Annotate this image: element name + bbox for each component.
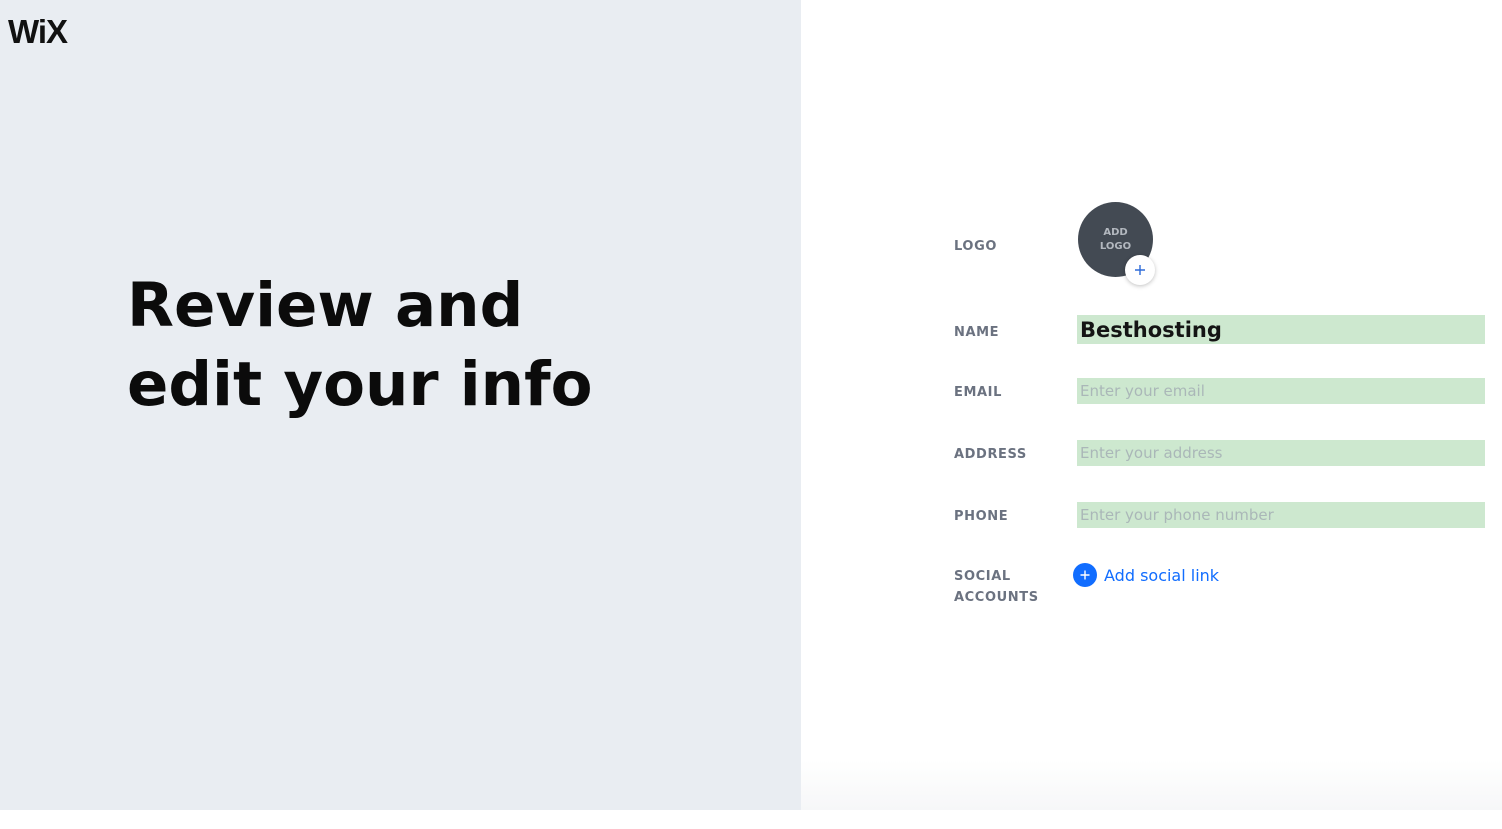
phone-field[interactable] — [1077, 502, 1485, 528]
page: WiX Review and edit your info LOGO ADD L… — [0, 0, 1502, 829]
email-field[interactable] — [1077, 378, 1485, 404]
logo-label: LOGO — [954, 239, 997, 254]
bottom-strip — [0, 810, 1502, 829]
name-field[interactable] — [1077, 315, 1485, 344]
email-label: EMAIL — [954, 385, 1002, 400]
social-accounts-label: SOCIAL ACCOUNTS — [954, 569, 1039, 605]
plus-circle-icon — [1073, 563, 1097, 587]
address-field[interactable] — [1077, 440, 1485, 466]
add-social-link-button[interactable]: Add social link — [1073, 563, 1219, 587]
page-title: Review and edit your info — [127, 266, 593, 424]
page-title-line-1: Review and — [127, 270, 524, 341]
page-title-line-2: edit your info — [127, 349, 593, 420]
plus-icon[interactable] — [1125, 255, 1155, 285]
wix-logo[interactable]: WiX — [8, 12, 68, 52]
add-social-link-label: Add social link — [1104, 565, 1220, 585]
plus-icon-glyph — [1135, 265, 1145, 275]
add-logo-text: ADD LOGO — [1099, 226, 1132, 252]
phone-label: PHONE — [954, 509, 1009, 524]
left-panel: WiX Review and edit your info — [0, 0, 801, 810]
plus-circle-icon-glyph — [1080, 570, 1090, 580]
right-panel — [801, 0, 1502, 810]
name-label: NAME — [954, 325, 1000, 340]
address-label: ADDRESS — [954, 447, 1027, 462]
